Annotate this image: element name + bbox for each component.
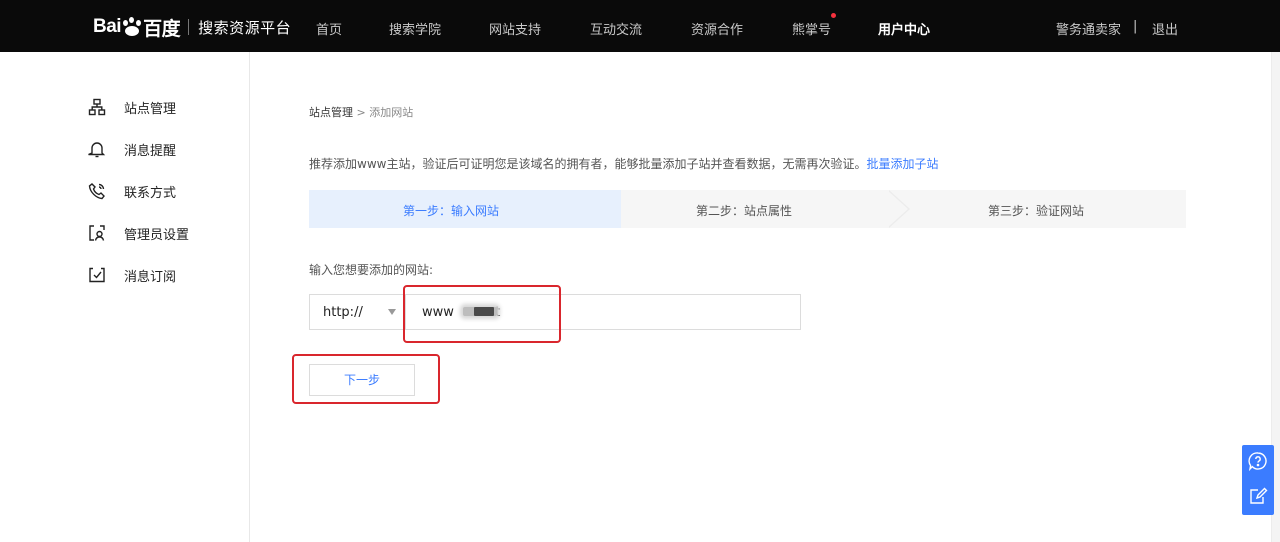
nav-search-academy[interactable]: 搜索学院: [389, 19, 441, 38]
logout-link[interactable]: 退出: [1152, 19, 1178, 38]
sidebar-item-label: 联系方式: [124, 185, 177, 201]
nav-site-support[interactable]: 网站支持: [489, 19, 541, 38]
breadcrumb: 站点管理 > 添加网站: [309, 104, 413, 120]
help-icon: [1248, 451, 1268, 475]
user-name-link[interactable]: 警务通卖家: [1056, 19, 1121, 38]
feedback-button[interactable]: [1242, 480, 1274, 515]
platform-name: 搜索资源平台: [198, 18, 292, 37]
subscribe-icon: [88, 266, 106, 284]
sidebar-item-message-reminder[interactable]: 消息提醒: [88, 139, 176, 159]
url-highlight-annotation: [403, 285, 561, 343]
step-1-input-site: 第一步：输入网站: [403, 204, 500, 218]
tip-text: 推荐添加www主站，验证后可证明您是该域名的拥有者，能够批量添加子站并查看数据，…: [309, 157, 867, 171]
breadcrumb-root[interactable]: 站点管理: [309, 106, 353, 119]
sitemap-icon: [88, 98, 106, 116]
help-button[interactable]: [1242, 445, 1274, 480]
breadcrumb-separator: >: [356, 106, 366, 119]
step-arrow: [887, 190, 908, 228]
nav-home[interactable]: 首页: [316, 19, 342, 38]
step-arrow: [600, 190, 621, 228]
admin-icon: [88, 224, 106, 242]
add-site-tip: 推荐添加www主站，验证后可证明您是该域名的拥有者，能够批量添加子站并查看数据，…: [309, 155, 938, 172]
sidebar-item-contact[interactable]: 联系方式: [88, 181, 176, 201]
protocol-value: http://: [323, 305, 363, 320]
logo-divider: [188, 19, 190, 35]
baidu-logo[interactable]: Bai 百度 搜索资源平台: [93, 14, 291, 40]
step-progress: 第一步：输入网站 第二步：站点属性 第三步：验证网站: [309, 190, 1186, 228]
notification-dot: [831, 13, 836, 18]
baidu-logo-mark: Bai 百度: [93, 16, 181, 40]
step-3-verify-site: 第三步：验证网站: [988, 204, 1085, 218]
feedback-icon: [1248, 486, 1268, 510]
sidebar-item-label: 消息提醒: [124, 143, 177, 159]
sidebar-item-label: 管理员设置: [124, 227, 190, 243]
nav-resource-cooperation[interactable]: 资源合作: [691, 19, 743, 38]
next-button-highlight-annotation: [292, 354, 440, 404]
bell-icon: [88, 140, 106, 158]
sidebar-item-admin-settings[interactable]: 管理员设置: [88, 223, 189, 243]
float-toolbar: [1242, 445, 1274, 515]
sidebar-item-label: 消息订阅: [124, 269, 177, 285]
top-navigation-bar: Bai 百度 搜索资源平台 首页 搜索学院 网站支持 互动交流 资源合作 熊掌号…: [0, 0, 1280, 52]
baidu-paw-icon: [122, 17, 142, 37]
chevron-down-icon: [388, 309, 396, 315]
breadcrumb-current: 添加网站: [369, 106, 414, 119]
header-separator: |: [1133, 19, 1138, 34]
batch-add-subsites-link[interactable]: 批量添加子站: [866, 157, 938, 171]
sidebar-item-site-management[interactable]: 站点管理: [88, 97, 176, 117]
nav-interaction[interactable]: 互动交流: [590, 19, 642, 38]
sidebar-item-label: 站点管理: [124, 101, 177, 117]
phone-icon: [88, 182, 106, 200]
step-2-site-attributes: 第二步：站点属性: [696, 204, 793, 218]
site-url-label: 输入您想要添加的网站:: [309, 263, 434, 277]
sidebar: 站点管理 消息提醒 联系方式 管理员设置 消息订阅: [0, 52, 250, 542]
nav-xiongzhang[interactable]: 熊掌号: [792, 19, 831, 38]
protocol-select[interactable]: http://: [310, 295, 406, 329]
nav-user-center[interactable]: 用户中心: [878, 19, 930, 38]
sidebar-item-message-subscription[interactable]: 消息订阅: [88, 265, 176, 285]
